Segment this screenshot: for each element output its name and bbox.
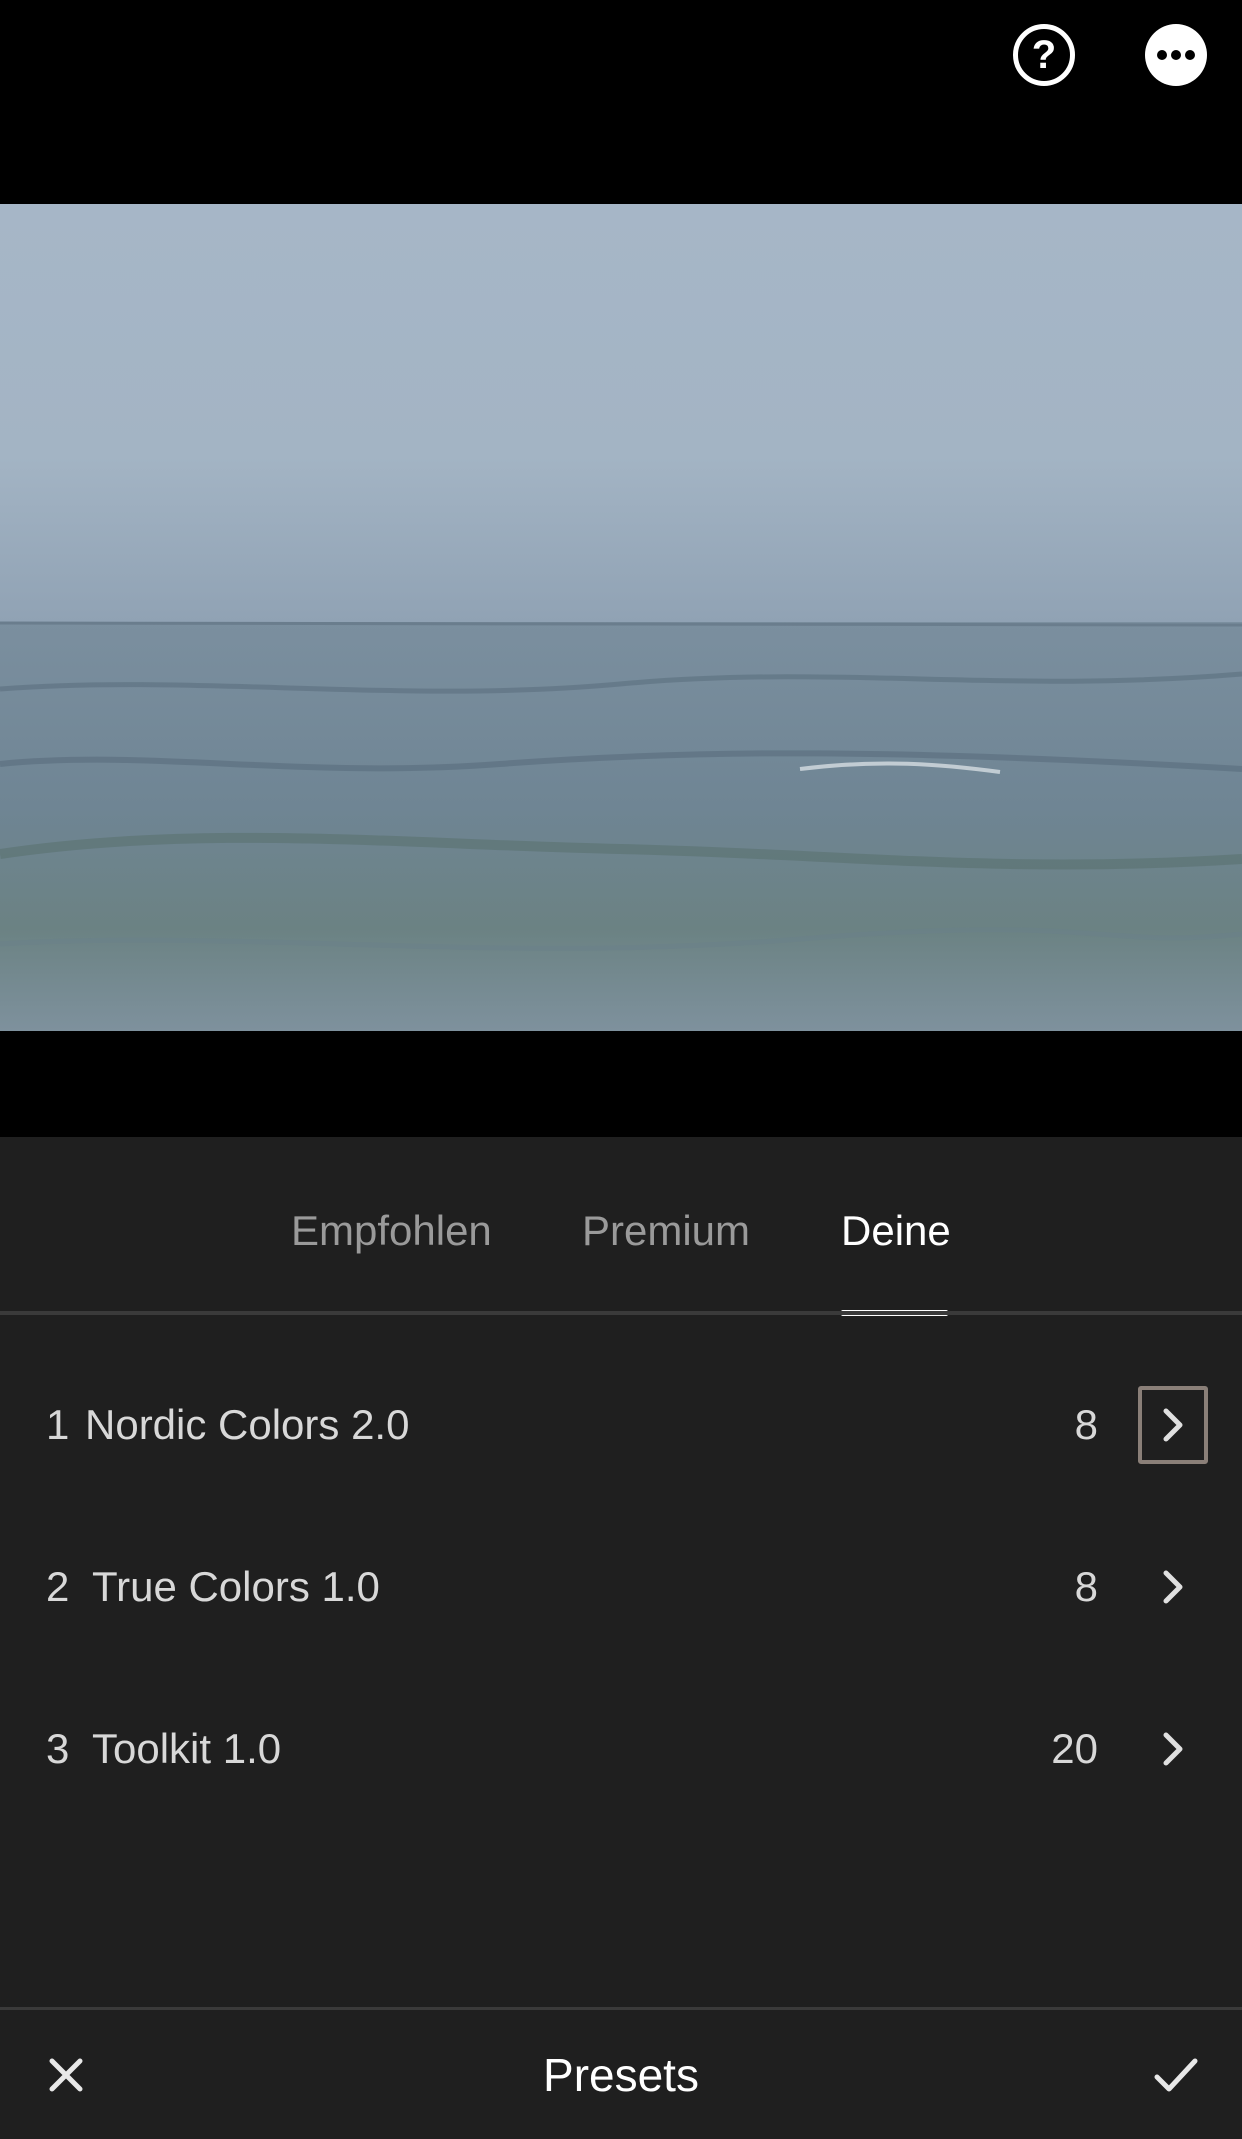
preset-name: True Colors 1.0 bbox=[92, 1563, 380, 1610]
preset-index: 3 bbox=[46, 1725, 70, 1772]
preset-index: 1 bbox=[46, 1401, 70, 1448]
preset-row-toolkit[interactable]: 3 Toolkit 1.0 20 bbox=[0, 1668, 1242, 1830]
checkmark-icon[interactable] bbox=[1146, 2045, 1206, 2105]
bottom-title: Presets bbox=[543, 2048, 699, 2101]
chevron-right-icon[interactable] bbox=[1138, 1548, 1208, 1626]
top-bar: ? bbox=[0, 0, 1242, 204]
preset-count: 8 bbox=[1074, 1563, 1098, 1610]
tab-premium[interactable]: Premium bbox=[582, 1207, 750, 1255]
tabs-divider bbox=[0, 1311, 1242, 1315]
chevron-right-icon[interactable] bbox=[1138, 1710, 1208, 1788]
tab-deine[interactable]: Deine bbox=[841, 1207, 951, 1255]
photo-preview[interactable] bbox=[0, 204, 1242, 1031]
tab-bar: Empfohlen Premium Deine bbox=[0, 1137, 1242, 1316]
preset-name: Toolkit 1.0 bbox=[92, 1725, 282, 1772]
preset-row-nordic-colors[interactable]: 1 Nordic Colors 2.0 8 bbox=[0, 1344, 1242, 1506]
preview-margin bbox=[0, 1031, 1242, 1137]
preset-index: 2 bbox=[46, 1563, 70, 1610]
preset-row-true-colors[interactable]: 2 True Colors 1.0 8 bbox=[0, 1506, 1242, 1668]
preset-count: 8 bbox=[1074, 1401, 1098, 1448]
tab-empfohlen[interactable]: Empfohlen bbox=[291, 1207, 492, 1255]
bottom-bar: Presets bbox=[0, 2010, 1242, 2139]
presets-panel: Empfohlen Premium Deine 1 Nordic Colors … bbox=[0, 1137, 1242, 2139]
sea-image bbox=[0, 204, 1242, 1031]
preset-count: 20 bbox=[1051, 1725, 1098, 1772]
preset-name: Nordic Colors 2.0 bbox=[85, 1401, 410, 1448]
more-options-icon[interactable] bbox=[1145, 24, 1207, 86]
help-icon[interactable]: ? bbox=[1013, 24, 1075, 86]
chevron-right-icon[interactable] bbox=[1138, 1386, 1208, 1464]
